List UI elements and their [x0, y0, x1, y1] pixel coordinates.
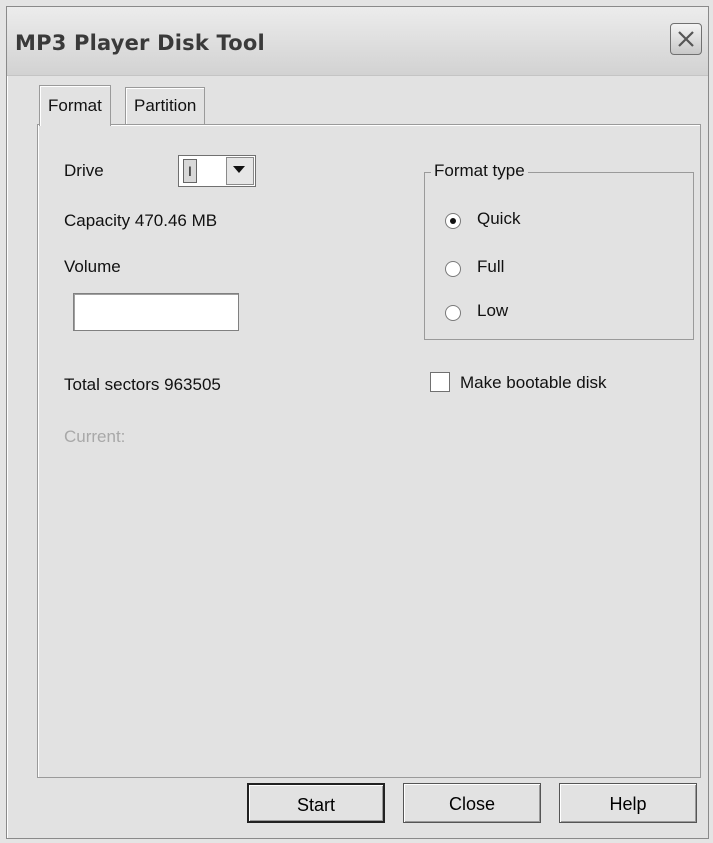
total-sectors-text: Total sectors 963505 — [64, 375, 221, 394]
chevron-down-icon[interactable] — [226, 157, 254, 185]
dialog-window: MP3 Player Disk Tool Format Partition an… — [6, 6, 709, 839]
tab-partition-and-encrypt[interactable]: Partition and Encrypt — [125, 87, 206, 187]
format-type-legend: Format type — [431, 161, 528, 181]
bootable-label[interactable]: Make bootable disk — [460, 373, 606, 393]
radio-full[interactable] — [445, 261, 461, 277]
radio-quick[interactable] — [445, 213, 461, 229]
radio-low[interactable] — [445, 305, 461, 321]
format-panel: Drive I Capacity 470.46 MB Volume Total … — [37, 124, 701, 778]
tab-format[interactable]: Format — [39, 85, 111, 126]
drive-label: Drive — [64, 161, 104, 180]
button-bar: Start Close Help — [37, 779, 699, 829]
close-button[interactable]: Close — [403, 783, 541, 823]
title-bar: MP3 Player Disk Tool — [7, 7, 708, 76]
radio-low-label[interactable]: Low — [477, 301, 508, 321]
close-x-glyph — [678, 31, 694, 47]
start-button[interactable]: Start — [247, 783, 385, 823]
close-icon[interactable] — [670, 23, 702, 55]
volume-input[interactable] — [73, 293, 239, 331]
window-title: MP3 Player Disk Tool — [15, 31, 265, 55]
current-label: Current: — [64, 427, 126, 446]
dropdown-arrow-glyph — [233, 166, 245, 173]
drive-select[interactable]: I — [178, 155, 256, 187]
radio-full-label[interactable]: Full — [477, 257, 504, 277]
bootable-checkbox[interactable] — [430, 372, 450, 392]
drive-value: I — [183, 159, 197, 183]
radio-selected-dot — [450, 218, 456, 224]
help-button[interactable]: Help — [559, 783, 697, 823]
capacity-text: Capacity 470.46 MB — [64, 211, 218, 230]
volume-label: Volume — [64, 257, 121, 276]
format-type-group: Format type Quick Full Low — [424, 161, 694, 340]
radio-quick-label[interactable]: Quick — [477, 209, 520, 229]
